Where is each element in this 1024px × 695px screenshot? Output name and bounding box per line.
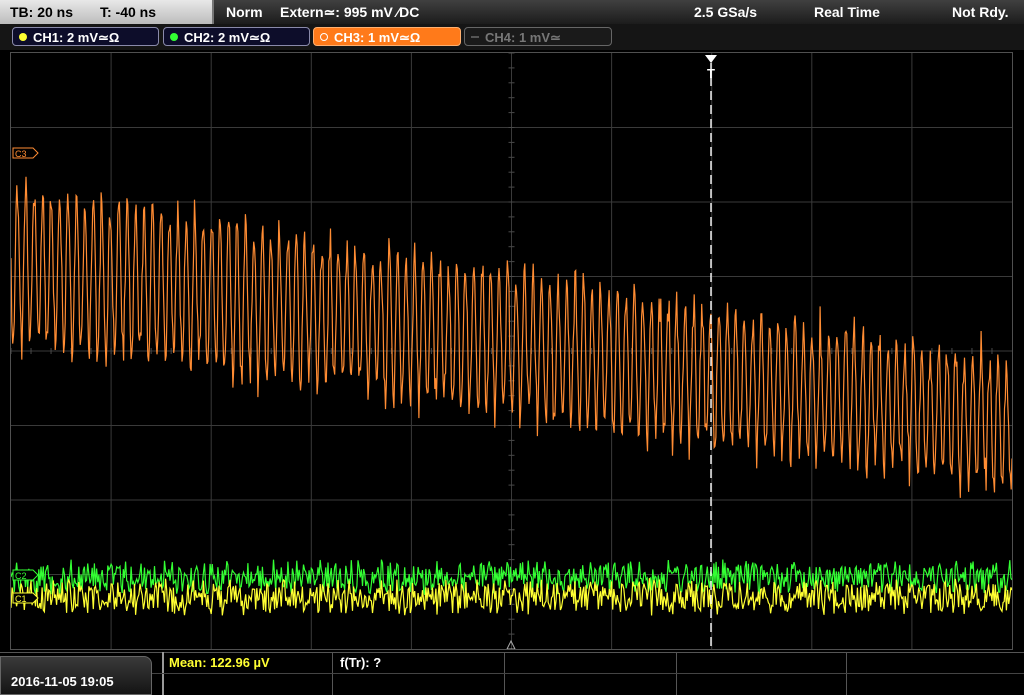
datetime-box: 2016-11-05 19:05 bbox=[0, 656, 152, 695]
channel-1-marker[interactable]: C1 bbox=[12, 592, 39, 604]
sample-rate-label[interactable]: 2.5 GSa/s bbox=[694, 0, 757, 24]
datetime-label: 2016-11-05 19:05 bbox=[11, 674, 114, 689]
channel-2-dot-icon bbox=[170, 33, 178, 41]
acquisition-mode-label[interactable]: Real Time bbox=[814, 0, 880, 24]
status-bar: TB: 20 ns T: -40 ns Norm Extern≃: 995 mV… bbox=[0, 0, 1024, 24]
trigger-offset-label[interactable]: T: -40 ns bbox=[100, 0, 156, 24]
trigger-label: T bbox=[707, 66, 715, 81]
channel-bar: CH1: 2 mV≃Ω CH2: 2 mV≃Ω CH3: 1 mV≃Ω CH4:… bbox=[0, 24, 1024, 50]
channel-3-marker[interactable]: C3 bbox=[12, 147, 39, 159]
freq-measurement-value: f(Tr): ? bbox=[340, 655, 382, 670]
timebase-label[interactable]: TB: 20 ns bbox=[10, 0, 73, 24]
channel-3-label: CH3: 1 mV≃Ω bbox=[334, 30, 421, 45]
timebase-box[interactable]: TB: 20 ns T: -40 ns bbox=[0, 0, 214, 24]
channel-3-dot-icon bbox=[320, 33, 328, 41]
channel-1-button[interactable]: CH1: 2 mV≃Ω bbox=[12, 27, 159, 46]
channel-2-marker[interactable]: C2 bbox=[12, 569, 39, 581]
channel-4-dash-icon bbox=[471, 36, 479, 38]
channel-4-label: CH4: 1 mV≃ bbox=[485, 30, 561, 45]
channel-2-marker-label: C2 bbox=[15, 571, 27, 581]
ready-state-label: Not Rdy. bbox=[952, 4, 1009, 20]
trigger-mode-label[interactable]: Norm bbox=[226, 0, 263, 24]
channel-2-button[interactable]: CH2: 2 mV≃Ω bbox=[163, 27, 310, 46]
waveform-canvas[interactable]: T C3 C2 C1 bbox=[11, 53, 1012, 649]
mean-measurement-value: Mean: 122.96 µV bbox=[169, 655, 270, 670]
trigger-source-label[interactable]: Extern≃: 995 mV ∕DC bbox=[280, 0, 419, 24]
channel-1-label: CH1: 2 mV≃Ω bbox=[33, 30, 120, 45]
measurement-row-divider bbox=[152, 673, 1024, 674]
trigger-arrow-icon[interactable] bbox=[705, 55, 717, 63]
waveform-display[interactable]: T C3 C2 C1 bbox=[10, 52, 1013, 650]
channel-3-button[interactable]: CH3: 1 mV≃Ω bbox=[313, 27, 461, 46]
channel-1-dot-icon bbox=[19, 33, 27, 41]
channel-3-marker-label: C3 bbox=[15, 149, 27, 159]
channel-2-label: CH2: 2 mV≃Ω bbox=[184, 30, 271, 45]
channel-1-marker-label: C1 bbox=[15, 594, 27, 604]
channel-4-button[interactable]: CH4: 1 mV≃ bbox=[464, 27, 612, 46]
